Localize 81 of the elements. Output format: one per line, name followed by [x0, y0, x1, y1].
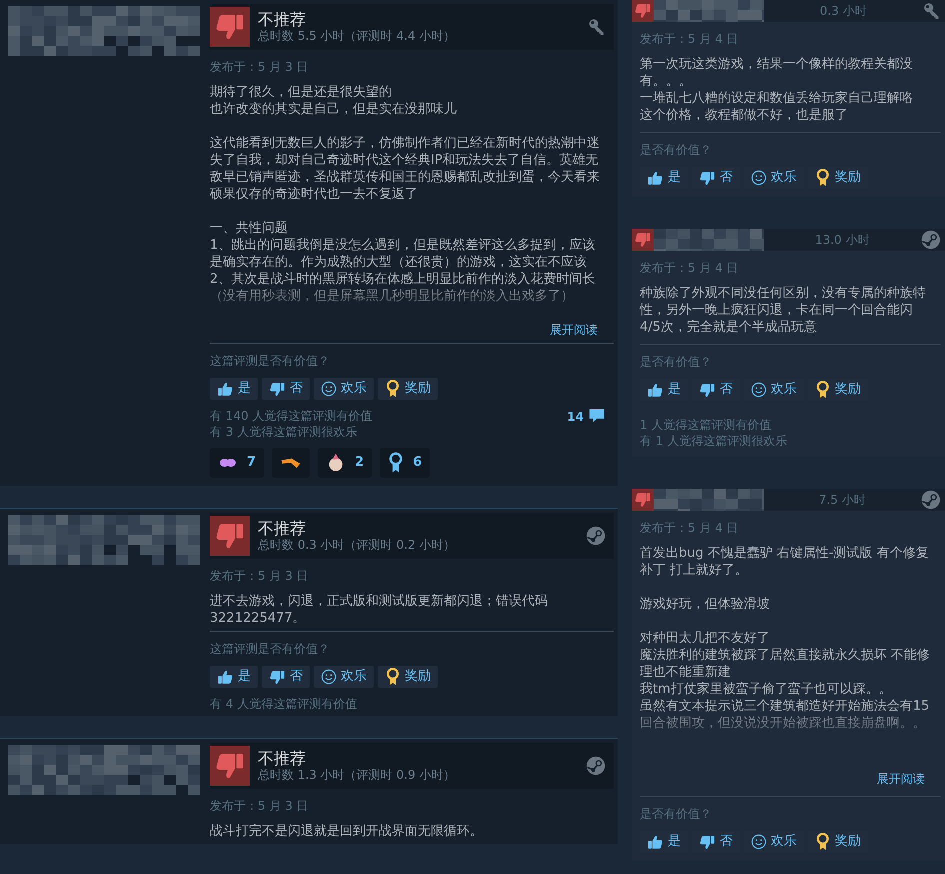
helpful-prompt: 是否有价值？: [640, 142, 713, 159]
post-date: 发布于：5 月 3 日: [210, 798, 310, 815]
post-date: 发布于：5 月 4 日: [640, 31, 740, 48]
thumbs-down-icon: [699, 382, 716, 398]
helpful-prompt: 这篇评测是否有价值？: [210, 641, 331, 658]
expand-link[interactable]: 展开阅读: [550, 321, 598, 339]
verdict-title: 不推荐: [258, 749, 307, 768]
verdict-title: 不推荐: [258, 519, 307, 538]
steam-icon: [586, 756, 606, 776]
vote-button[interactable]: 否: [262, 378, 310, 400]
vote-button[interactable]: 欢乐: [314, 666, 374, 688]
post-date: 发布于：5 月 4 日: [640, 520, 740, 537]
post-date: 发布于：5 月 4 日: [640, 260, 740, 277]
helpful-count: 1 人觉得这篇评测有价值: [640, 417, 772, 433]
thumbs-up-icon: [217, 668, 234, 686]
smiley-icon: [751, 834, 767, 850]
thumbs-down-icon: [634, 491, 652, 509]
paragraph: 种族除了外观不同没任何区别，没有专属的种族特 性，另外一晚上疯狂闪退，卡在同一个回合能闪 4/5次，完全就是个半成品玩意: [640, 285, 927, 336]
paragraph: 游戏好玩，但体验滑坡: [640, 596, 771, 613]
thumbs-up-icon: [647, 382, 664, 398]
playtime-text: 总时数 5.5 小时（评测时 4.4 小时）: [258, 29, 456, 44]
smiley-icon: [321, 669, 337, 685]
award-ribbon-icon: [385, 668, 401, 686]
paragraph: 一、共性问题 1、跳出的问题我倒是没怎么遇到，但是既然差评这么多提到，应该 是确实存在的。作为成熟的大型（还很贵）的游戏，这实在不应该 2、其次是战斗时的黑屏转场在体感上明显比前作的淡入花费时间长 （没有用秒表测，但是屏幕黑几秒明显比前作的淡入出戏多了）: [210, 220, 596, 305]
award-badge[interactable]: 2: [318, 448, 372, 478]
thumbs-down-icon: [269, 668, 286, 686]
vote-button[interactable]: 否: [262, 666, 310, 688]
award-ribbon-icon: [815, 381, 831, 399]
verdict-title: 不推荐: [258, 10, 307, 29]
helpful-count: 有 4 人觉得这篇评测有价值: [210, 696, 358, 712]
award-button[interactable]: 奖励: [378, 378, 438, 400]
smiley-icon: [751, 170, 767, 186]
post-date: 发布于：5 月 3 日: [210, 59, 310, 76]
paragraph: 对种田太几把不友好了 魔法胜利的建筑被踩了居然直接就永久损坏 不能修 理也不能重新建 我tm打仗家里被蛮子偷了蛮子也可以踩。。 虽然有文本提示说三个建筑都造好开始施法会有15 回合被围攻，但没说没开始被踩也直接崩盘啊。。: [640, 630, 932, 732]
thumbs-down-icon: [699, 834, 716, 850]
award-badge[interactable]: [272, 448, 310, 478]
steam-icon: [921, 230, 941, 250]
thumbs-up-icon: [217, 380, 234, 398]
helpful-prompt: 是否有价值？: [640, 806, 713, 823]
helpful-count: 有 3 人觉得这篇评测很欢乐: [210, 424, 358, 440]
paragraph: 第一次玩这类游戏，结果一个像样的教程关都没 有。。。 一堆乱七八糟的设定和数值丢给玩家自己理解咯 这个价格，教程都做不好，也是服了: [640, 56, 914, 124]
award-ribbon-icon: [385, 380, 401, 398]
vote-button[interactable]: 是: [210, 378, 258, 400]
paragraph: 期待了很久，但是还是很失望的 也许改变的其实是自己，但是实在没那味儿: [210, 84, 458, 118]
helpful-prompt: 这篇评测是否有价值？: [210, 353, 331, 370]
thumbs-down-icon: [699, 170, 716, 186]
playtime-text: 13.0 小时: [814, 232, 871, 249]
key-icon: [588, 18, 606, 36]
award-ribbon-icon: [815, 833, 831, 851]
award-badge[interactable]: 7: [210, 448, 264, 478]
comment-count[interactable]: 14: [567, 408, 606, 440]
smiley-icon: [751, 382, 767, 398]
ribbon-medal-icon: [388, 452, 404, 474]
award-badge[interactable]: 6: [380, 448, 430, 478]
playtime-text: 总时数 1.3 小时（评测时 0.9 小时）: [258, 768, 456, 783]
playtime-text: 7.5 小时: [818, 492, 867, 509]
vote-button[interactable]: 是: [210, 666, 258, 688]
playtime-text: 0.3 小时: [819, 3, 868, 20]
expand-link[interactable]: 展开阅读: [877, 770, 925, 788]
playtime-text: 总时数 0.3 小时（评测时 0.2 小时）: [258, 538, 456, 553]
thumbs-up-icon: [647, 170, 664, 186]
vote-button[interactable]: 欢乐: [314, 378, 374, 400]
steam-icon: [921, 490, 941, 510]
thumbs-down-icon: [269, 380, 286, 398]
post-date: 发布于：5 月 3 日: [210, 568, 310, 585]
thumbs-down-icon: [634, 2, 652, 20]
smiley-icon: [321, 381, 337, 397]
thumbs-down-icon: [634, 231, 652, 249]
key-icon: [923, 2, 941, 20]
thumbs-up-icon: [647, 834, 664, 850]
helpful-prompt: 是否有价值？: [640, 354, 713, 371]
paragraph: 战斗打完不是闪退就是回到开战界面无限循环。: [210, 823, 484, 840]
award-button[interactable]: 奖励: [378, 666, 438, 688]
paragraph: 这代能看到无数巨人的影子，仿佛制作者们已经在新时代的热潮中迷 失了自我，却对自己奇迹时代这个经典IP和玩法失去了自信。英雄无 敌早已销声匿迹，圣战群英传和国王的恩赐都乱改扯到蛋，今天看来 硕果仅存的奇迹时代也一去不复返了: [210, 135, 601, 203]
paragraph: 首发出bug 不愧是蠢驴 右键属性-测试版 有个修复 补丁 打上就好了。: [640, 545, 930, 579]
helpful-count: 有 1 人觉得这篇评测很欢乐: [640, 433, 788, 449]
award-ribbon-icon: [815, 169, 831, 187]
comment-icon: [588, 408, 606, 424]
paragraph: 进不去游戏，闪退，正式版和测试版更新都闪退；错误代码 3221225477。: [210, 593, 549, 627]
helpful-count: 有 140 人觉得这篇评测有价值: [210, 408, 373, 424]
steam-icon: [586, 526, 606, 546]
